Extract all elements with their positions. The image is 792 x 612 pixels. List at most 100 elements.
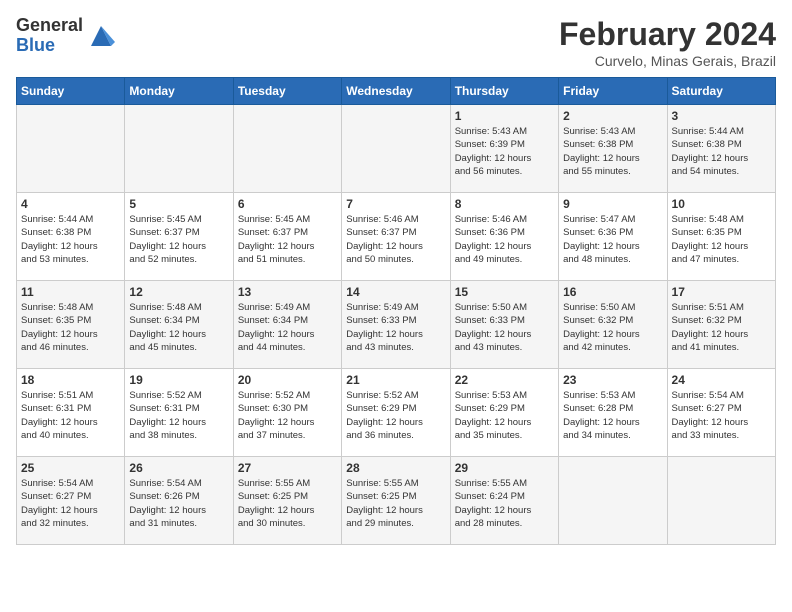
day-number: 4 (21, 197, 120, 211)
day-number: 15 (455, 285, 554, 299)
day-info: Sunrise: 5:52 AMSunset: 6:30 PMDaylight:… (238, 389, 337, 442)
day-number: 24 (672, 373, 771, 387)
calendar-cell (342, 105, 450, 193)
day-info: Sunrise: 5:55 AMSunset: 6:24 PMDaylight:… (455, 477, 554, 530)
day-number: 22 (455, 373, 554, 387)
day-number: 1 (455, 109, 554, 123)
logo-general: General (16, 16, 83, 36)
day-number: 17 (672, 285, 771, 299)
calendar-week-row: 18 Sunrise: 5:51 AMSunset: 6:31 PMDayligh… (17, 369, 776, 457)
day-number: 2 (563, 109, 662, 123)
calendar-cell: 4 Sunrise: 5:44 AMSunset: 6:38 PMDaylight… (17, 193, 125, 281)
day-info: Sunrise: 5:54 AMSunset: 6:26 PMDaylight:… (129, 477, 228, 530)
day-info: Sunrise: 5:52 AMSunset: 6:31 PMDaylight:… (129, 389, 228, 442)
calendar-cell (559, 457, 667, 545)
calendar-cell: 7Sunrise: 5:46 AMSunset: 6:37 PMDaylight… (342, 193, 450, 281)
day-number: 8 (455, 197, 554, 211)
header: General Blue February 2024 Curvelo, Mina… (16, 16, 776, 69)
calendar-cell: 22 Sunrise: 5:53 AMSunset: 6:29 PMDayligh… (450, 369, 558, 457)
calendar-cell: 17 Sunrise: 5:51 AMSunset: 6:32 PMDayligh… (667, 281, 775, 369)
day-info: Sunrise: 5:52 AMSunset: 6:29 PMDaylight:… (346, 389, 445, 442)
calendar-cell: 10 Sunrise: 5:48 AMSunset: 6:35 PMDayligh… (667, 193, 775, 281)
calendar-week-row: 11Sunrise: 5:48 AMSunset: 6:35 PMDayligh… (17, 281, 776, 369)
calendar-cell: 25 Sunrise: 5:54 AMSunset: 6:27 PMDayligh… (17, 457, 125, 545)
calendar-table: SundayMondayTuesdayWednesdayThursdayFrid… (16, 77, 776, 545)
calendar-cell: 20 Sunrise: 5:52 AMSunset: 6:30 PMDayligh… (233, 369, 341, 457)
calendar-week-row: 1Sunrise: 5:43 AMSunset: 6:39 PMDaylight… (17, 105, 776, 193)
calendar-cell: 9 Sunrise: 5:47 AMSunset: 6:36 PMDaylight… (559, 193, 667, 281)
column-header-saturday: Saturday (667, 78, 775, 105)
day-info: Sunrise: 5:45 AMSunset: 6:37 PMDaylight:… (129, 213, 228, 266)
day-number: 5 (129, 197, 228, 211)
day-number: 14 (346, 285, 445, 299)
day-number: 29 (455, 461, 554, 475)
day-info: Sunrise: 5:53 AMSunset: 6:29 PMDaylight:… (455, 389, 554, 442)
day-info: Sunrise: 5:48 AMSunset: 6:34 PMDaylight:… (129, 301, 228, 354)
logo-text: General Blue (16, 16, 83, 56)
calendar-week-row: 4 Sunrise: 5:44 AMSunset: 6:38 PMDaylight… (17, 193, 776, 281)
day-info: Sunrise: 5:45 AMSunset: 6:37 PMDaylight:… (238, 213, 337, 266)
day-info: Sunrise: 5:54 AMSunset: 6:27 PMDaylight:… (21, 477, 120, 530)
day-info: Sunrise: 5:51 AMSunset: 6:31 PMDaylight:… (21, 389, 120, 442)
column-header-friday: Friday (559, 78, 667, 105)
calendar-cell: 3 Sunrise: 5:44 AMSunset: 6:38 PMDaylight… (667, 105, 775, 193)
day-info: Sunrise: 5:55 AMSunset: 6:25 PMDaylight:… (238, 477, 337, 530)
day-info: Sunrise: 5:49 AMSunset: 6:34 PMDaylight:… (238, 301, 337, 354)
calendar-week-row: 25 Sunrise: 5:54 AMSunset: 6:27 PMDayligh… (17, 457, 776, 545)
day-number: 23 (563, 373, 662, 387)
day-info: Sunrise: 5:44 AMSunset: 6:38 PMDaylight:… (21, 213, 120, 266)
calendar-cell: 12Sunrise: 5:48 AMSunset: 6:34 PMDayligh… (125, 281, 233, 369)
day-number: 10 (672, 197, 771, 211)
title-area: February 2024 Curvelo, Minas Gerais, Bra… (559, 16, 776, 69)
day-info: Sunrise: 5:43 AMSunset: 6:38 PMDaylight:… (563, 125, 662, 178)
day-info: Sunrise: 5:48 AMSunset: 6:35 PMDaylight:… (672, 213, 771, 266)
calendar-cell: 23 Sunrise: 5:53 AMSunset: 6:28 PMDayligh… (559, 369, 667, 457)
calendar-cell: 28 Sunrise: 5:55 AMSunset: 6:25 PMDayligh… (342, 457, 450, 545)
calendar-cell (667, 457, 775, 545)
day-number: 18 (21, 373, 120, 387)
day-info: Sunrise: 5:44 AMSunset: 6:38 PMDaylight:… (672, 125, 771, 178)
calendar-cell: 27 Sunrise: 5:55 AMSunset: 6:25 PMDayligh… (233, 457, 341, 545)
calendar-cell: 1Sunrise: 5:43 AMSunset: 6:39 PMDaylight… (450, 105, 558, 193)
calendar-cell (233, 105, 341, 193)
day-number: 6 (238, 197, 337, 211)
day-info: Sunrise: 5:47 AMSunset: 6:36 PMDaylight:… (563, 213, 662, 266)
day-number: 7 (346, 197, 445, 211)
calendar-cell: 11Sunrise: 5:48 AMSunset: 6:35 PMDayligh… (17, 281, 125, 369)
calendar-cell: 16Sunrise: 5:50 AMSunset: 6:32 PMDayligh… (559, 281, 667, 369)
calendar-cell: 18 Sunrise: 5:51 AMSunset: 6:31 PMDayligh… (17, 369, 125, 457)
calendar-header-row: SundayMondayTuesdayWednesdayThursdayFrid… (17, 78, 776, 105)
day-number: 21 (346, 373, 445, 387)
day-number: 20 (238, 373, 337, 387)
day-info: Sunrise: 5:51 AMSunset: 6:32 PMDaylight:… (672, 301, 771, 354)
calendar-cell: 29 Sunrise: 5:55 AMSunset: 6:24 PMDayligh… (450, 457, 558, 545)
calendar-cell: 19Sunrise: 5:52 AMSunset: 6:31 PMDayligh… (125, 369, 233, 457)
day-number: 25 (21, 461, 120, 475)
day-number: 28 (346, 461, 445, 475)
calendar-cell: 8Sunrise: 5:46 AMSunset: 6:36 PMDaylight… (450, 193, 558, 281)
calendar-cell: 21 Sunrise: 5:52 AMSunset: 6:29 PMDayligh… (342, 369, 450, 457)
column-header-thursday: Thursday (450, 78, 558, 105)
location-subtitle: Curvelo, Minas Gerais, Brazil (559, 53, 776, 69)
day-number: 13 (238, 285, 337, 299)
day-number: 16 (563, 285, 662, 299)
logo-blue: Blue (16, 36, 83, 56)
calendar-cell: 15 Sunrise: 5:50 AMSunset: 6:33 PMDayligh… (450, 281, 558, 369)
day-info: Sunrise: 5:49 AMSunset: 6:33 PMDaylight:… (346, 301, 445, 354)
day-number: 11 (21, 285, 120, 299)
calendar-cell: 6 Sunrise: 5:45 AMSunset: 6:37 PMDaylight… (233, 193, 341, 281)
calendar-cell: 24Sunrise: 5:54 AMSunset: 6:27 PMDayligh… (667, 369, 775, 457)
calendar-cell: 26Sunrise: 5:54 AMSunset: 6:26 PMDayligh… (125, 457, 233, 545)
day-info: Sunrise: 5:53 AMSunset: 6:28 PMDaylight:… (563, 389, 662, 442)
day-number: 3 (672, 109, 771, 123)
calendar-cell: 2 Sunrise: 5:43 AMSunset: 6:38 PMDaylight… (559, 105, 667, 193)
day-info: Sunrise: 5:50 AMSunset: 6:33 PMDaylight:… (455, 301, 554, 354)
logo-icon (87, 22, 115, 50)
calendar-cell: 5 Sunrise: 5:45 AMSunset: 6:37 PMDaylight… (125, 193, 233, 281)
calendar-cell (125, 105, 233, 193)
day-number: 9 (563, 197, 662, 211)
column-header-tuesday: Tuesday (233, 78, 341, 105)
day-number: 27 (238, 461, 337, 475)
calendar-cell (17, 105, 125, 193)
day-info: Sunrise: 5:55 AMSunset: 6:25 PMDaylight:… (346, 477, 445, 530)
